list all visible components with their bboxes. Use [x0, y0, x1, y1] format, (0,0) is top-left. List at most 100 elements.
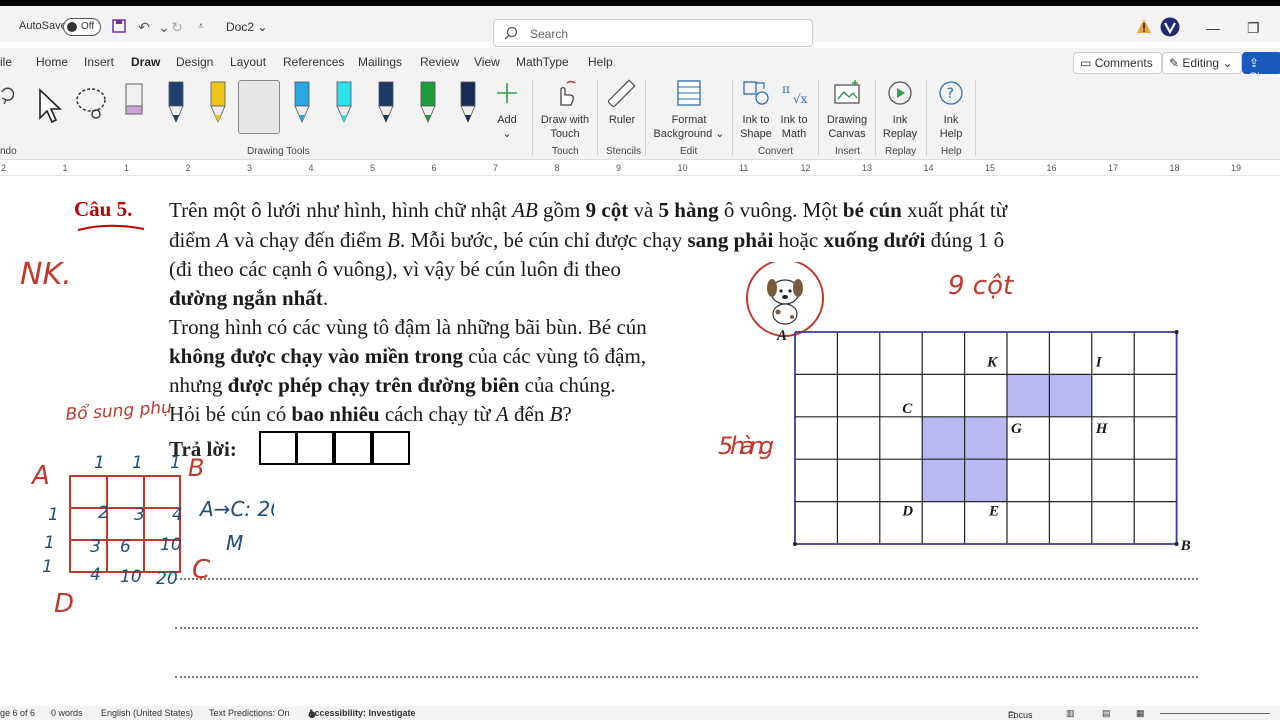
ruler-number: 14 — [923, 163, 934, 173]
zoom-slider[interactable] — [1160, 713, 1270, 714]
pen-6-icon[interactable] — [372, 80, 400, 130]
tab-references[interactable]: References — [283, 55, 344, 69]
customize-qat-icon[interactable]: ⩡ — [192, 18, 210, 36]
text-predictions-status[interactable]: Text Predictions: On — [209, 708, 290, 718]
undo-ribbon-icon[interactable] — [0, 82, 14, 112]
pen-1-icon[interactable] — [162, 80, 190, 130]
title-bar: AutoSave Off ↶ ⌄ ↻ ⩡ Doc2 ⌄ Search — ❐ — [0, 0, 1280, 47]
mud-cell — [922, 416, 965, 460]
pen-2-icon[interactable] — [204, 80, 232, 130]
grid-point-label: B — [1180, 538, 1191, 554]
ink-help-button[interactable]: ? Ink Help — [931, 78, 971, 141]
answer-box-2[interactable] — [296, 431, 334, 465]
ruler-button[interactable]: Ruler — [602, 78, 642, 127]
ruler-number: 8 — [554, 163, 560, 173]
add-pen-button[interactable]: Add ⌄ — [492, 78, 522, 141]
ruler-number: 13 — [862, 163, 873, 173]
ruler-icon — [602, 78, 642, 108]
plus-icon — [492, 78, 522, 108]
ribbon-tabs: ile Home Insert Draw Design Layout Refer… — [0, 48, 1280, 84]
draw-with-touch-button[interactable]: Draw with Touch — [538, 78, 592, 141]
minimize-icon[interactable]: — — [1206, 20, 1220, 36]
search-box[interactable]: Search — [493, 19, 813, 47]
pen-7-icon[interactable] — [414, 80, 442, 130]
tab-home[interactable]: Home — [36, 55, 68, 69]
restore-icon[interactable]: ❐ — [1247, 20, 1260, 37]
svg-text:6: 6 — [120, 537, 131, 557]
ruler-number: 10 — [677, 163, 688, 173]
autosave-toggle[interactable]: Off — [63, 18, 101, 36]
ink-replay-button[interactable]: Ink Replay — [880, 78, 920, 141]
ruler-number: 4 — [308, 163, 314, 173]
undo-icon[interactable]: ↶ — [135, 18, 153, 36]
accessibility-status[interactable]: ⚉ Accessibility: Investigate — [308, 708, 416, 720]
word-count[interactable]: 0 words — [51, 708, 83, 718]
warning-icon[interactable] — [1136, 18, 1152, 34]
grid-point — [1174, 542, 1179, 546]
ruler-number: 1 — [62, 163, 68, 173]
svg-text:10: 10 — [160, 535, 182, 555]
format-background-button[interactable]: Format Background ⌄ — [650, 78, 728, 141]
pen-4-icon[interactable] — [288, 80, 316, 130]
selected-pen-highlight — [238, 80, 280, 134]
tab-draw[interactable]: Draw — [131, 55, 161, 77]
pen-8-icon[interactable] — [454, 80, 482, 130]
answer-box-4[interactable] — [372, 431, 410, 465]
puppy-illustration — [746, 262, 824, 337]
tab-review[interactable]: Review — [420, 55, 459, 69]
language-status[interactable]: English (United States) — [101, 708, 193, 718]
tab-design[interactable]: Design — [176, 55, 213, 69]
ink-to-math-button[interactable]: π √x Ink to Math — [776, 78, 812, 141]
document-name[interactable]: Doc2 ⌄ — [226, 20, 267, 34]
save-icon[interactable] — [110, 18, 128, 36]
ribbon-separator — [532, 80, 533, 156]
svg-text:5 hàng: 5 hàng — [718, 432, 774, 460]
chevron-down-icon: ⌄ — [715, 128, 725, 140]
ruler-number: 6 — [431, 163, 437, 173]
editing-button[interactable]: ✎ Editing ⌄ — [1162, 52, 1242, 74]
print-layout-icon[interactable]: ▤ — [1102, 708, 1111, 719]
ruler-number: 11 — [739, 163, 749, 173]
eraser-icon[interactable] — [117, 78, 151, 128]
handwritten-bosung: Bổ sung phụ — [65, 397, 173, 425]
ribbon-separator — [645, 80, 646, 156]
ink-to-shape-button[interactable]: Ink to Shape — [737, 78, 775, 141]
comments-button[interactable]: ▭ Comments — [1073, 52, 1162, 74]
svg-text:3: 3 — [90, 537, 101, 557]
mud-cell — [1007, 374, 1050, 417]
page-count[interactable]: ge 6 of 6 — [0, 708, 35, 718]
tab-help[interactable]: Help — [588, 55, 613, 69]
svg-text:π: π — [782, 82, 790, 96]
grid-point-label: D — [901, 504, 913, 520]
tab-layout[interactable]: Layout — [230, 55, 266, 69]
tab-mathtype[interactable]: MathType — [516, 55, 569, 69]
redo-icon[interactable]: ↻ — [168, 18, 186, 36]
tab-view[interactable]: View — [474, 55, 500, 69]
drawing-canvas-button[interactable]: Drawing Canvas — [823, 78, 871, 141]
answer-box-3[interactable] — [334, 431, 372, 465]
tab-file[interactable]: ile — [0, 55, 12, 69]
handwritten-m: M — [226, 531, 243, 555]
share-icon: ⇪ — [1249, 56, 1260, 70]
handwritten-numbers: 1 1 1 1 2 3 4 1 3 6 10 1 4 10 20 A→C: 20… — [42, 453, 274, 589]
select-objects-icon[interactable] — [34, 78, 68, 128]
handwriting-cols: 9 cột — [948, 271, 1014, 301]
question-line-2: điểm A và chạy đến điểm B. Mỗi bước, bé … — [169, 228, 1005, 252]
pen-5-icon[interactable] — [330, 80, 358, 130]
account-avatar-icon[interactable] — [1160, 17, 1180, 37]
ribbon-separator — [926, 80, 927, 156]
tab-mailings[interactable]: Mailings — [358, 55, 402, 69]
ruler-number: 16 — [1046, 163, 1057, 173]
handwriting-left: NK. Bổ sung phụ A B C D 1 1 1 1 2 3 4 1 … — [20, 257, 274, 619]
share-button[interactable]: ⇪ Sha — [1242, 52, 1280, 84]
handwritten-label-d: D — [54, 589, 74, 619]
lasso-select-icon[interactable] — [74, 78, 108, 128]
horizontal-ruler[interactable]: 211234567891011121314151617181920 — [0, 162, 1280, 176]
svg-text:1: 1 — [42, 557, 53, 577]
chevron-down-icon: ⌄ — [1222, 56, 1233, 70]
tab-insert[interactable]: Insert — [84, 55, 114, 69]
web-layout-icon[interactable]: ▦ — [1136, 708, 1145, 719]
read-mode-icon[interactable]: ▥ — [1066, 708, 1075, 719]
drawing-canvas-label: Drawing Canvas — [826, 114, 868, 140]
draw-ribbon: ndo Add ⌄ Drawing Tools Draw with Touch T… — [0, 74, 1280, 160]
